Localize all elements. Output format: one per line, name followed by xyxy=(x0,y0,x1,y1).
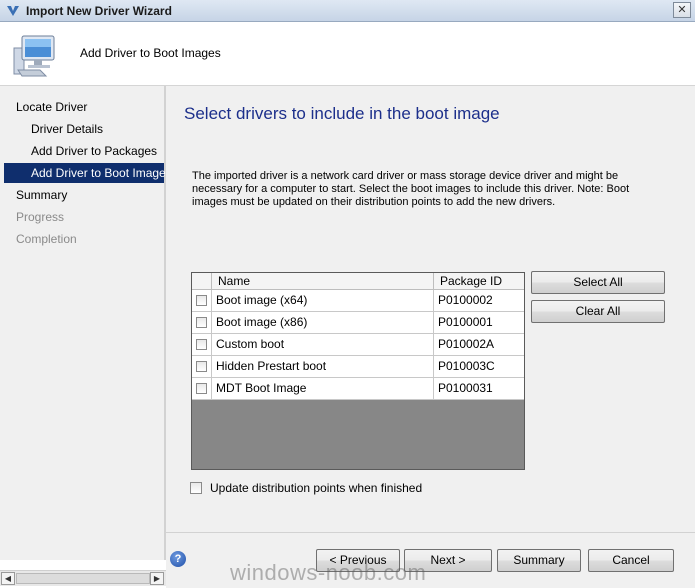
step-locate-driver[interactable]: Locate Driver xyxy=(16,97,87,117)
page-title: Select drivers to include in the boot im… xyxy=(184,104,500,123)
main-panel: Select drivers to include in the boot im… xyxy=(166,86,695,532)
close-icon: ✕ xyxy=(677,4,687,16)
table-row[interactable]: Hidden Prestart boot P010003C xyxy=(192,356,524,378)
close-button[interactable]: ✕ xyxy=(673,2,691,18)
clear-all-button[interactable]: Clear All xyxy=(531,300,665,323)
header-title: Add Driver to Boot Images xyxy=(80,46,221,60)
step-add-driver-to-boot-images[interactable]: Add Driver to Boot Images xyxy=(4,163,172,183)
table-header: Name Package ID xyxy=(192,273,524,290)
summary-button[interactable]: Summary xyxy=(497,549,581,572)
scroll-right-icon[interactable]: ▶ xyxy=(150,572,164,585)
table-row[interactable]: Custom boot P010002A xyxy=(192,334,524,356)
row-checkbox[interactable] xyxy=(196,295,207,306)
row-package-id: P0100002 xyxy=(438,293,493,307)
row-package-id: P010002A xyxy=(438,337,495,351)
row-name: Boot image (x64) xyxy=(212,290,434,311)
table-row[interactable]: MDT Boot Image P0100031 xyxy=(192,378,524,400)
update-dp-checkbox[interactable] xyxy=(190,482,202,494)
row-name: Hidden Prestart boot xyxy=(212,356,434,377)
header-check-column xyxy=(192,273,212,289)
column-header-package-id[interactable]: Package ID xyxy=(434,273,524,289)
row-checkbox[interactable] xyxy=(196,339,207,350)
help-icon[interactable]: ? xyxy=(170,551,186,567)
row-name: MDT Boot Image xyxy=(212,378,434,399)
title-bar: Import New Driver Wizard ✕ xyxy=(0,0,695,22)
select-all-button[interactable]: Select All xyxy=(531,271,665,294)
row-package-id: P0100001 xyxy=(438,315,493,329)
step-summary[interactable]: Summary xyxy=(16,185,67,205)
row-check-cell xyxy=(192,334,212,355)
row-name: Custom boot xyxy=(212,334,434,355)
row-name: Boot image (x86) xyxy=(212,312,434,333)
table-row[interactable]: Boot image (x86) P0100001 xyxy=(192,312,524,334)
computer-icon xyxy=(13,35,55,77)
sidebar-horizontal-scrollbar[interactable]: ◀ ▶ xyxy=(0,570,166,586)
row-check-cell xyxy=(192,378,212,399)
page-description: The imported driver is a network card dr… xyxy=(192,170,630,208)
step-progress: Progress xyxy=(16,210,65,224)
row-checkbox[interactable] xyxy=(196,361,207,372)
wizard-steps-sidebar: Locate Driver Driver Details Add Driver … xyxy=(0,86,172,560)
row-check-cell xyxy=(192,356,212,377)
scroll-left-icon[interactable]: ◀ xyxy=(1,572,15,585)
scroll-thumb[interactable] xyxy=(16,573,150,584)
window-title: Import New Driver Wizard xyxy=(26,4,172,18)
wizard-logo-icon xyxy=(7,6,19,16)
row-package-id: P0100031 xyxy=(438,381,493,395)
step-add-driver-to-packages[interactable]: Add Driver to Packages xyxy=(31,141,157,161)
update-dp-label: Update distribution points when finished xyxy=(210,481,423,495)
row-package-id: P010003C xyxy=(438,359,495,373)
row-checkbox[interactable] xyxy=(196,383,207,394)
column-header-name[interactable]: Name xyxy=(212,273,434,289)
row-check-cell xyxy=(192,312,212,333)
step-completion: Completion xyxy=(16,232,77,246)
watermark: windows-noob.com xyxy=(230,560,427,585)
wizard-header: Add Driver to Boot Images xyxy=(0,22,695,86)
row-check-cell xyxy=(192,290,212,311)
cancel-button[interactable]: Cancel xyxy=(588,549,674,572)
step-driver-details[interactable]: Driver Details xyxy=(31,119,103,139)
table-row[interactable]: Boot image (x64) P0100002 xyxy=(192,290,524,312)
boot-images-table: Name Package ID Boot image (x64) P010000… xyxy=(191,272,525,470)
row-checkbox[interactable] xyxy=(196,317,207,328)
